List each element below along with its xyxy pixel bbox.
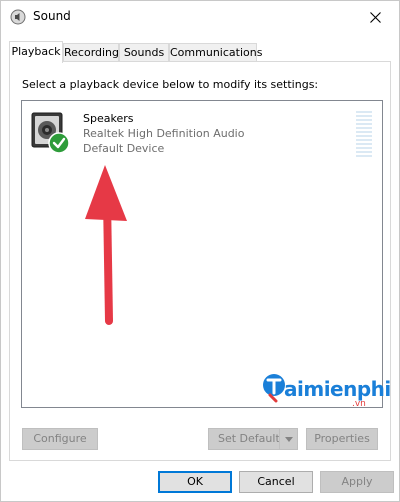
tab-label: Recording xyxy=(64,46,120,59)
button-label: Properties xyxy=(314,432,370,445)
tab-communications[interactable]: Communications xyxy=(169,43,262,61)
button-label: Configure xyxy=(33,432,87,445)
watermark-suffix: .vn xyxy=(352,399,366,409)
button-label: Set Default xyxy=(218,432,280,445)
device-item-speakers[interactable]: Speakers Realtek High Definition Audio D… xyxy=(24,105,380,157)
watermark-brand: aimienphi xyxy=(284,377,391,401)
speaker-icon xyxy=(31,112,70,154)
device-name: Speakers xyxy=(83,112,134,125)
apply-button[interactable]: Apply xyxy=(320,471,394,493)
instruction-text: Select a playback device below to modify… xyxy=(22,78,319,91)
level-segment xyxy=(356,115,372,117)
level-segment xyxy=(356,151,372,153)
tab-label: Playback xyxy=(11,45,61,58)
device-driver: Realtek High Definition Audio xyxy=(83,127,245,140)
title-bar: Sound xyxy=(1,1,399,33)
chevron-down-icon xyxy=(284,436,293,442)
level-segment xyxy=(356,131,372,133)
level-segment xyxy=(356,127,372,129)
level-segment xyxy=(356,119,372,121)
level-segment xyxy=(356,123,372,125)
window-title: Sound xyxy=(33,9,71,23)
close-icon xyxy=(369,11,381,23)
level-segment xyxy=(356,143,372,145)
button-label: Cancel xyxy=(257,475,295,488)
sound-app-icon xyxy=(10,9,26,25)
ok-button[interactable]: OK xyxy=(158,471,232,493)
playback-panel: Select a playback device below to modify… xyxy=(9,61,391,461)
tab-playback[interactable]: Playback xyxy=(9,41,63,63)
volume-level-meter xyxy=(356,111,372,157)
level-segment xyxy=(356,111,372,113)
default-check-icon xyxy=(48,132,70,154)
level-segment xyxy=(356,139,372,141)
level-segment xyxy=(356,135,372,137)
level-segment xyxy=(356,147,372,149)
button-label: Apply xyxy=(341,475,373,488)
configure-button[interactable]: Configure xyxy=(22,428,98,450)
set-default-dropdown[interactable] xyxy=(279,429,297,449)
watermark-t-icon xyxy=(263,374,285,403)
device-list[interactable]: Speakers Realtek High Definition Audio D… xyxy=(21,100,391,409)
level-segment xyxy=(356,155,372,157)
tab-sounds[interactable]: Sounds xyxy=(119,43,169,61)
tab-label: Sounds xyxy=(123,46,165,59)
sound-dialog: Sound Playback Recording Sounds Communic… xyxy=(0,0,400,502)
tab-recording[interactable]: Recording xyxy=(63,43,119,61)
cancel-button[interactable]: Cancel xyxy=(239,471,313,493)
button-label: OK xyxy=(187,475,203,488)
annotation-arrow xyxy=(85,165,127,325)
set-default-button[interactable]: Set Default xyxy=(208,428,298,450)
close-button[interactable] xyxy=(353,1,397,33)
device-status: Default Device xyxy=(83,142,165,155)
properties-button[interactable]: Properties xyxy=(306,428,378,450)
watermark-logo: aimienphi .vn xyxy=(262,369,391,409)
tab-label: Communications xyxy=(170,46,263,59)
